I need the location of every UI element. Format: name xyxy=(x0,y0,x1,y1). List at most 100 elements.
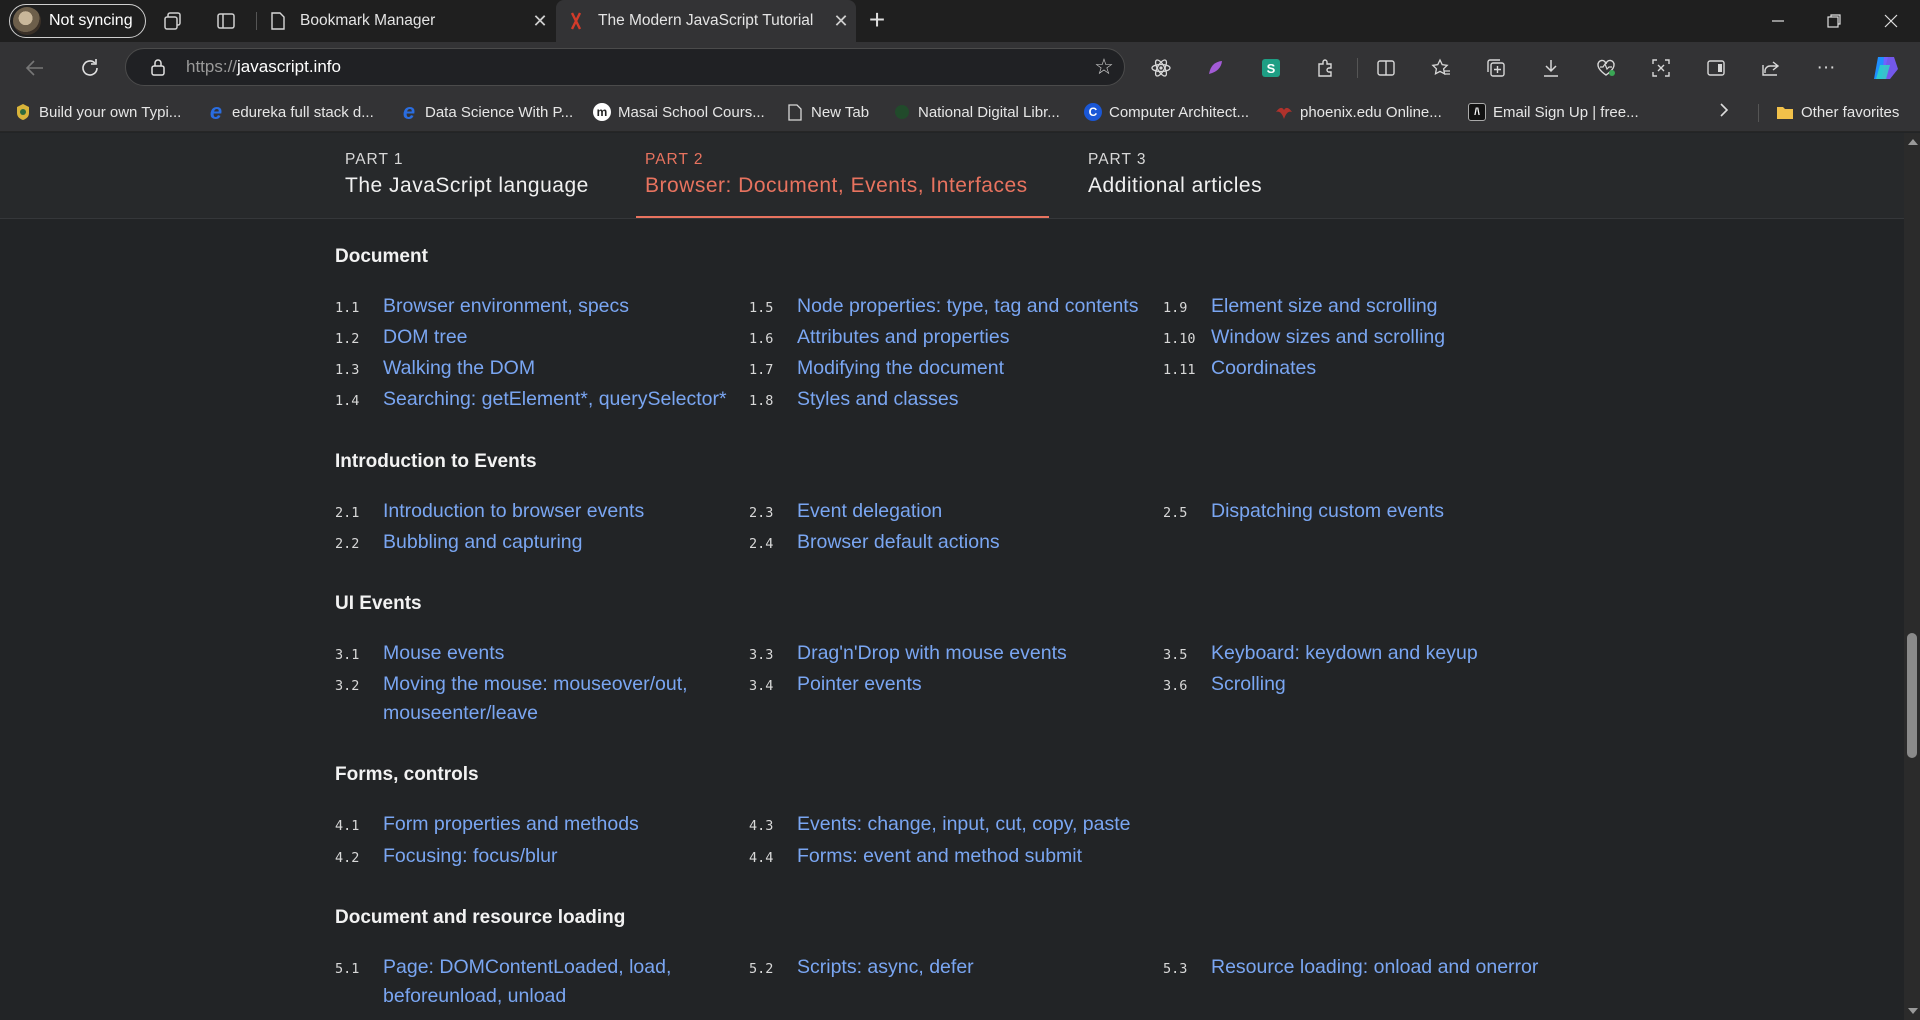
workspaces-icon[interactable] xyxy=(160,8,186,34)
list-item[interactable]: 1.9 Element size and scrolling xyxy=(1163,292,1438,321)
list-item[interactable]: 1.7 Modifying the document xyxy=(749,354,1004,383)
item-link[interactable]: Scrolling xyxy=(1211,670,1286,699)
extension-s-icon[interactable]: S xyxy=(1257,54,1285,82)
minimize-button[interactable] xyxy=(1750,0,1806,42)
address-bar[interactable]: https://javascript.info ☆ xyxy=(125,48,1125,86)
item-link[interactable]: Modifying the document xyxy=(797,354,1004,383)
item-link[interactable]: Introduction to browser events xyxy=(383,497,644,526)
part-3-link[interactable]: PART 3 Additional articles xyxy=(1088,151,1262,198)
new-tab-button[interactable]: + xyxy=(862,6,892,36)
item-link[interactable]: Drag'n'Drop with mouse events xyxy=(797,639,1067,668)
browser-essentials-icon[interactable] xyxy=(1592,54,1620,82)
item-link[interactable]: Focusing: focus/blur xyxy=(383,842,558,871)
list-item[interactable]: 2.5 Dispatching custom events xyxy=(1163,497,1444,526)
list-item[interactable]: 1.1 Browser environment, specs xyxy=(335,292,629,321)
list-item[interactable]: 3.3 Drag'n'Drop with mouse events xyxy=(749,639,1067,668)
item-link[interactable]: Dispatching custom events xyxy=(1211,497,1444,526)
item-link[interactable]: Coordinates xyxy=(1211,354,1316,383)
lock-icon[interactable] xyxy=(138,58,178,76)
react-devtools-icon[interactable] xyxy=(1147,54,1175,82)
vertical-tabs-icon[interactable] xyxy=(213,8,239,34)
item-link[interactable]: Bubbling and capturing xyxy=(383,528,583,557)
item-link[interactable]: Moving the mouse: mouseover/out, mouseen… xyxy=(383,670,723,728)
tab-bookmark-manager[interactable]: Bookmark Manager ✕ xyxy=(258,0,555,42)
list-item[interactable]: 4.3 Events: change, input, cut, copy, pas… xyxy=(749,810,1131,839)
item-link[interactable]: Resource loading: onload and onerror xyxy=(1211,953,1538,982)
part-1-link[interactable]: PART 1 The JavaScript language xyxy=(345,151,589,198)
item-link[interactable]: Element size and scrolling xyxy=(1211,292,1438,321)
bookmark-item[interactable]: /\ Email Sign Up | free... xyxy=(1468,101,1639,123)
list-item[interactable]: 5.3 Resource loading: onload and onerror xyxy=(1163,953,1538,982)
extensions-puzzle-icon[interactable] xyxy=(1312,54,1340,82)
item-link[interactable]: Forms: event and method submit xyxy=(797,842,1082,871)
item-link[interactable]: Event delegation xyxy=(797,497,942,526)
item-link[interactable]: Form properties and methods xyxy=(383,810,639,839)
list-item[interactable]: 1.10 Window sizes and scrolling xyxy=(1163,323,1445,352)
list-item[interactable]: 2.3 Event delegation xyxy=(749,497,942,526)
other-favorites-folder[interactable]: Other favorites xyxy=(1776,101,1899,123)
close-tab-icon[interactable]: ✕ xyxy=(525,11,555,32)
list-item[interactable]: 3.1 Mouse events xyxy=(335,639,504,668)
item-link[interactable]: DOM tree xyxy=(383,323,468,352)
tab-javascript-info[interactable]: The Modern JavaScript Tutorial ✕ xyxy=(556,0,856,42)
profile-button[interactable]: Not syncing xyxy=(9,4,146,38)
vertical-scrollbar[interactable] xyxy=(1904,133,1920,1020)
list-item[interactable]: 4.1 Form properties and methods xyxy=(335,810,639,839)
list-item[interactable]: 1.3 Walking the DOM xyxy=(335,354,535,383)
list-item[interactable]: 4.2 Focusing: focus/blur xyxy=(335,842,558,871)
list-item[interactable]: 3.2 Moving the mouse: mouseover/out, mous… xyxy=(335,670,723,728)
list-item[interactable]: 5.1 Page: DOMContentLoaded, load, beforeu… xyxy=(335,953,723,1011)
list-item[interactable]: 3.4 Pointer events xyxy=(749,670,922,699)
list-item[interactable]: 2.2 Bubbling and capturing xyxy=(335,528,583,557)
refresh-button[interactable] xyxy=(76,54,104,82)
item-link[interactable]: Searching: getElement*, querySelector* xyxy=(383,385,727,414)
list-item[interactable]: 2.4 Browser default actions xyxy=(749,528,1000,557)
scroll-down-arrow-icon[interactable] xyxy=(1908,1008,1918,1014)
item-link[interactable]: Styles and classes xyxy=(797,385,959,414)
item-link[interactable]: Keyboard: keydown and keyup xyxy=(1211,639,1478,668)
list-item[interactable]: 1.6 Attributes and properties xyxy=(749,323,1009,352)
restore-button[interactable] xyxy=(1806,0,1862,42)
downloads-icon[interactable] xyxy=(1537,54,1565,82)
extension-purple-icon[interactable] xyxy=(1202,54,1230,82)
list-item[interactable]: 4.4 Forms: event and method submit xyxy=(749,842,1082,871)
scrollbar-thumb[interactable] xyxy=(1907,633,1917,758)
item-link[interactable]: Pointer events xyxy=(797,670,922,699)
item-link[interactable]: Window sizes and scrolling xyxy=(1211,323,1445,352)
screenshot-icon[interactable] xyxy=(1647,54,1675,82)
bookmark-item[interactable]: phoenix.edu Online... xyxy=(1275,101,1442,123)
favorite-star-icon[interactable]: ☆ xyxy=(1084,54,1124,80)
item-link[interactable]: Walking the DOM xyxy=(383,354,535,383)
bookmark-item[interactable]: C Computer Architect... xyxy=(1084,101,1249,123)
list-item[interactable]: 1.4 Searching: getElement*, querySelector… xyxy=(335,385,727,414)
chevron-right-icon[interactable] xyxy=(1718,100,1730,126)
list-item[interactable]: 1.8 Styles and classes xyxy=(749,385,959,414)
bookmark-item[interactable]: m Masai School Cours... xyxy=(593,101,765,123)
list-item[interactable]: 1.11 Coordinates xyxy=(1163,354,1316,383)
scroll-up-arrow-icon[interactable] xyxy=(1908,139,1918,145)
bookmark-item[interactable]: New Tab xyxy=(786,101,869,123)
bookmark-item[interactable]: e edureka full stack d... xyxy=(207,99,374,124)
collections-icon[interactable] xyxy=(1482,54,1510,82)
close-tab-icon[interactable]: ✕ xyxy=(826,11,856,32)
bookmark-item[interactable]: e Data Science With P... xyxy=(400,99,573,124)
item-link[interactable]: Browser environment, specs xyxy=(383,292,629,321)
more-options-icon[interactable]: ··· xyxy=(1812,54,1840,82)
item-link[interactable]: Scripts: async, defer xyxy=(797,953,974,982)
list-item[interactable]: 3.6 Scrolling xyxy=(1163,670,1286,699)
list-item[interactable]: 5.2 Scripts: async, defer xyxy=(749,953,974,982)
back-button[interactable] xyxy=(21,54,49,82)
item-link[interactable]: Node properties: type, tag and contents xyxy=(797,292,1138,321)
list-item[interactable]: 3.5 Keyboard: keydown and keyup xyxy=(1163,639,1478,668)
part-2-link[interactable]: PART 2 Browser: Document, Events, Interf… xyxy=(645,151,1028,198)
item-link[interactable]: Browser default actions xyxy=(797,528,1000,557)
list-item[interactable]: 2.1 Introduction to browser events xyxy=(335,497,644,526)
bookmark-item[interactable]: National Digital Libr... xyxy=(893,101,1060,123)
bookmark-item[interactable]: Build your own Typi... xyxy=(14,101,181,123)
favorites-icon[interactable] xyxy=(1427,54,1455,82)
item-link[interactable]: Mouse events xyxy=(383,639,504,668)
list-item[interactable]: 1.2 DOM tree xyxy=(335,323,468,352)
sidebar-icon[interactable] xyxy=(1702,54,1730,82)
share-icon[interactable] xyxy=(1757,54,1785,82)
item-link[interactable]: Attributes and properties xyxy=(797,323,1009,352)
